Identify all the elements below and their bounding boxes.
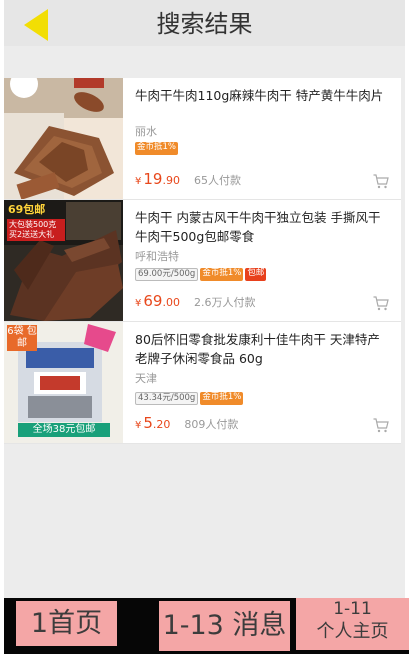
results-area: 牛肉干牛肉110g麻辣牛肉干 特产黄牛牛肉片 丽水 金币抵1% ¥ 19 .90… bbox=[4, 46, 405, 598]
profile-badge: 1-11 bbox=[333, 599, 372, 619]
image-promo-text: 全场38元包邮 bbox=[18, 423, 110, 437]
unit-price-tag: 69.00元/500g bbox=[135, 268, 199, 281]
item-location: 天津 bbox=[135, 372, 157, 385]
tab-messages[interactable]: 1-13 消息 bbox=[159, 601, 290, 651]
item-tags: 43.34元/500g 金币抵1% bbox=[135, 392, 244, 405]
price-integer: 69 bbox=[143, 292, 163, 310]
item-info: 牛肉干牛肉110g麻辣牛肉干 特产黄牛牛肉片 丽水 金币抵1% ¥ 19 .90… bbox=[135, 78, 391, 199]
beef-jerky-image[interactable] bbox=[4, 78, 123, 199]
image-overlay-text: 69包邮 bbox=[8, 203, 46, 216]
free-shipping-tag: 包邮 bbox=[245, 268, 267, 281]
item-price-row: ¥ 19 .90 65人付款 bbox=[135, 170, 241, 190]
cart-icon bbox=[373, 418, 389, 433]
sales-count: 65人付款 bbox=[193, 174, 241, 187]
price-decimal: .20 bbox=[152, 418, 171, 431]
image-overlay-text: 6袋 包邮 bbox=[7, 325, 37, 351]
add-to-cart-button[interactable] bbox=[373, 296, 389, 311]
price-integer: 19 bbox=[143, 170, 163, 188]
item-title[interactable]: 牛肉干 内蒙古风干牛肉干独立包装 手撕风干牛肉干500g包邮零食 bbox=[135, 208, 391, 246]
list-item[interactable]: 6袋 包邮 全场38元包邮 80后怀旧零食批发康利十佳牛肉干 天津特产老牌子休闲… bbox=[4, 322, 401, 444]
item-price-row: ¥ 5 .20 809人付款 bbox=[135, 414, 238, 434]
currency-symbol: ¥ bbox=[135, 420, 142, 431]
beef-jerky-image[interactable]: 69包邮 大包装500克 买2送送大礼 bbox=[4, 200, 123, 321]
price-decimal: .90 bbox=[162, 174, 180, 187]
unit-price-tag: 43.34元/500g bbox=[135, 392, 199, 405]
list-item[interactable]: 牛肉干牛肉110g麻辣牛肉干 特产黄牛牛肉片 丽水 金币抵1% ¥ 19 .90… bbox=[4, 78, 401, 200]
add-to-cart-button[interactable] bbox=[373, 174, 389, 189]
item-title[interactable]: 牛肉干牛肉110g麻辣牛肉干 特产黄牛牛肉片 bbox=[135, 86, 391, 105]
header-bar: 搜索结果 bbox=[4, 0, 405, 46]
item-title[interactable]: 80后怀旧零食批发康利十佳牛肉干 天津特产老牌子休闲零食品 60g bbox=[135, 330, 391, 368]
add-to-cart-button[interactable] bbox=[373, 418, 389, 433]
sales-count: 2.6万人付款 bbox=[193, 296, 256, 309]
list-item[interactable]: 69包邮 大包装500克 买2送送大礼 牛肉干 内蒙古风干牛肉干独立包装 手撕风… bbox=[4, 200, 401, 322]
app-screen: 搜索结果 牛肉干牛肉110g麻辣牛肉干 特产黄牛牛肉片 丽水 金币抵1% ¥ 1… bbox=[0, 0, 409, 657]
cart-icon bbox=[373, 174, 389, 189]
coin-tag: 金币抵1% bbox=[200, 392, 244, 405]
cart-icon bbox=[373, 296, 389, 311]
item-price-row: ¥ 69 .00 2.6万人付款 bbox=[135, 292, 255, 312]
profile-label: 个人主页 bbox=[316, 621, 389, 642]
item-info: 80后怀旧零食批发康利十佳牛肉干 天津特产老牌子休闲零食品 60g 天津 43.… bbox=[135, 322, 391, 443]
item-tags: 69.00元/500g 金币抵1% 包邮 bbox=[135, 268, 267, 281]
currency-symbol: ¥ bbox=[135, 298, 142, 309]
item-info: 牛肉干 内蒙古风干牛肉干独立包装 手撕风干牛肉干500g包邮零食 呼和浩特 69… bbox=[135, 200, 391, 321]
currency-symbol: ¥ bbox=[135, 176, 142, 187]
sales-count: 809人付款 bbox=[184, 418, 239, 431]
results-list: 牛肉干牛肉110g麻辣牛肉干 特产黄牛牛肉片 丽水 金币抵1% ¥ 19 .90… bbox=[4, 78, 401, 444]
item-tags: 金币抵1% bbox=[135, 142, 178, 155]
tab-home[interactable]: 1首页 bbox=[16, 601, 117, 646]
coin-tag: 金币抵1% bbox=[135, 142, 178, 155]
price-decimal: .00 bbox=[162, 296, 180, 309]
item-location: 呼和浩特 bbox=[135, 250, 179, 263]
snack-package-image[interactable]: 6袋 包邮 全场38元包邮 bbox=[4, 322, 123, 443]
bottom-tab-bar: 1首页 1-13 消息 1-11 个人主页 bbox=[4, 598, 409, 654]
coin-tag: 金币抵1% bbox=[200, 268, 244, 281]
item-location: 丽水 bbox=[135, 125, 157, 138]
page-title: 搜索结果 bbox=[156, 10, 253, 38]
image-promo-text: 大包装500克 买2送送大礼 bbox=[7, 219, 65, 241]
price-integer: 5 bbox=[143, 414, 153, 432]
tab-profile[interactable]: 1-11 个人主页 bbox=[296, 598, 409, 650]
